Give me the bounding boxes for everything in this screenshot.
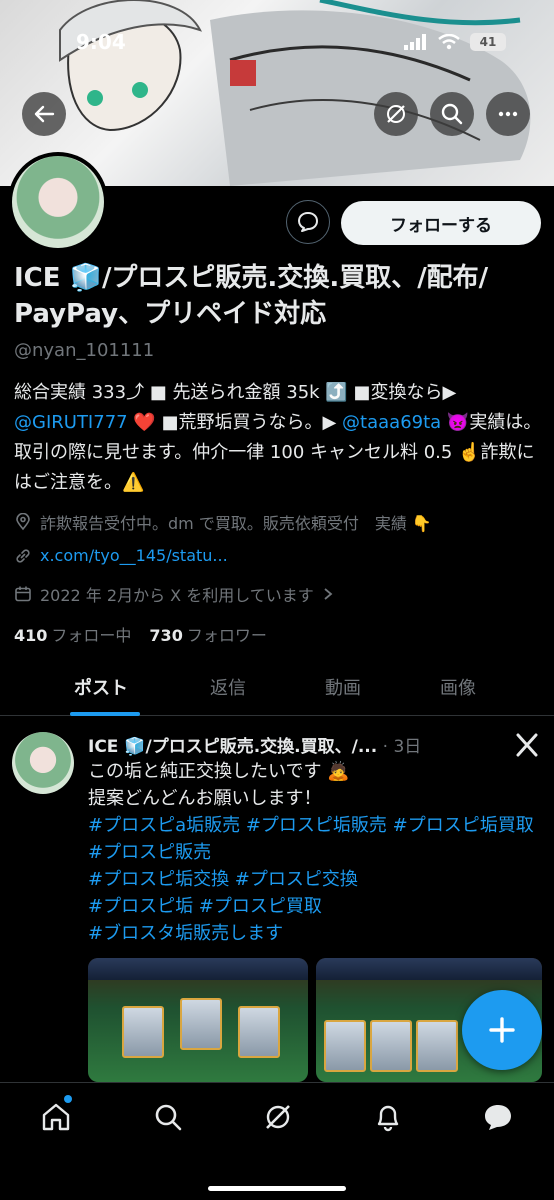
avatar-image	[12, 732, 74, 794]
player-card	[416, 1020, 458, 1072]
search-icon[interactable]	[152, 1101, 184, 1133]
grok-icon	[387, 105, 405, 123]
notification-dot	[64, 1095, 72, 1103]
post-author-name[interactable]: ICE 🧊/プロスピ販売.交換.買取、/...	[88, 737, 377, 757]
post-body: この垢と純正交換したいです 🙇 提案どんどんお願いします！ #プロスピa垢販売 …	[88, 758, 538, 947]
more-dots-icon	[498, 111, 518, 117]
active-tab-indicator	[70, 712, 140, 716]
post-author-avatar[interactable]	[12, 732, 74, 794]
profile-tabs: ポスト 返信 動画 画像	[0, 664, 554, 716]
back-button[interactable]	[22, 92, 66, 136]
compose-post-button[interactable]	[462, 990, 542, 1070]
player-card	[180, 998, 222, 1050]
x-logo-icon[interactable]	[514, 732, 540, 758]
more-button[interactable]	[486, 92, 530, 136]
status-time: 9:04	[76, 30, 126, 54]
link-icon	[16, 548, 30, 563]
player-card	[122, 1006, 164, 1058]
joined-date-row: 2022 年 2月から X を利用しています	[14, 582, 334, 606]
game-menu-bar	[88, 958, 308, 980]
player-card	[370, 1020, 412, 1072]
message-button[interactable]	[286, 200, 330, 244]
tab-replies[interactable]: 返信	[210, 674, 246, 700]
following-label: フォロー中	[51, 626, 132, 645]
home-indicator	[208, 1186, 346, 1191]
post-time[interactable]: 3日	[393, 737, 421, 757]
grok-icon[interactable]	[262, 1101, 294, 1133]
followers-link[interactable]: 730 フォロワー	[149, 622, 266, 646]
tab-images[interactable]: 画像	[440, 674, 476, 700]
profile-bio: 総合実績 333⤴︎ ■ 先送られ金額 35k ⤴️ ■変換なら▶︎ @GIRU…	[14, 378, 542, 498]
followers-label: フォロワー	[186, 626, 267, 645]
avatar-image	[12, 156, 104, 248]
player-card	[238, 1006, 280, 1058]
bio-text-1: 総合実績 333⤴︎ ■ 先送られ金額 35k ⤴️ ■変換なら▶︎	[14, 382, 457, 403]
arrow-left-icon	[34, 105, 55, 123]
search-button[interactable]	[430, 92, 474, 136]
follow-stats: 410 フォロー中 730 フォロワー	[14, 622, 267, 646]
tab-posts[interactable]: ポスト	[74, 674, 128, 700]
search-icon	[441, 103, 463, 125]
bio-text-2: ❤️ ■荒野垢買うなら。▶︎	[127, 412, 343, 433]
display-name: ICE 🧊/プロスピ販売.交換.買取、/配布/ PayPay、プリペイド対応	[14, 263, 489, 329]
wifi-icon	[438, 34, 460, 50]
plus-icon	[489, 1017, 515, 1043]
following-count: 410	[14, 626, 48, 645]
bottom-navigation	[0, 1082, 554, 1200]
grok-button[interactable]	[374, 92, 418, 136]
game-menu-bar	[316, 958, 542, 980]
location-pin-icon	[16, 513, 30, 531]
location-text: 詐欺報告受付中。dm で買取。販売依頼受付 実績 👇	[40, 514, 432, 533]
bell-icon[interactable]	[372, 1101, 404, 1133]
signal-icon	[404, 34, 426, 50]
bio-mention-1[interactable]: @GIRUTI777	[14, 412, 128, 433]
tab-videos[interactable]: 動画	[325, 674, 361, 700]
follow-button[interactable]: フォローする	[341, 201, 541, 245]
post-header: ICE 🧊/プロスピ販売.交換.買取、/... · 3日	[88, 732, 488, 757]
home-icon[interactable]	[40, 1101, 72, 1133]
followers-count: 730	[149, 626, 183, 645]
post-hashtags-1[interactable]: #プロスピa垢販売 #プロスピ垢販売 #プロスピ垢買取 #プロスピ販売	[88, 812, 538, 866]
joined-date-text: 2022 年 2月から X を利用しています	[40, 586, 314, 605]
post-hashtags-3[interactable]: #プロスピ垢 #プロスピ買取	[88, 893, 538, 920]
profile-link-row: x.com/tyo__145/statu...	[14, 546, 228, 565]
post-hashtags-4[interactable]: #ブロスタ垢販売します	[88, 920, 538, 947]
bio-mention-2[interactable]: @taaa69ta	[342, 412, 441, 433]
player-card	[324, 1020, 366, 1072]
post-line-2: 提案どんどんお願いします！	[88, 788, 322, 809]
chevron-right-icon[interactable]	[322, 587, 334, 601]
post-image-1[interactable]	[88, 958, 308, 1082]
profile-link[interactable]: x.com/tyo__145/statu...	[40, 546, 228, 565]
status-icons: 41	[404, 33, 506, 51]
profile-location: 詐欺報告受付中。dm で買取。販売依頼受付 実績 👇	[14, 510, 432, 534]
calendar-icon	[15, 586, 31, 602]
messages-icon[interactable]	[482, 1101, 514, 1133]
post-hashtags-2[interactable]: #プロスピ垢交換 #プロスピ交換	[88, 866, 538, 893]
profile-handle: @nyan_101111	[14, 340, 155, 361]
post-separator: ·	[382, 737, 389, 757]
status-bar: 9:04 41	[0, 0, 554, 86]
post-line-1: この垢と純正交換したいです 🙇	[88, 761, 350, 782]
battery-indicator: 41	[470, 33, 506, 51]
following-link[interactable]: 410 フォロー中	[14, 622, 131, 646]
chat-bubble-icon	[298, 212, 318, 232]
profile-avatar[interactable]	[8, 152, 108, 252]
